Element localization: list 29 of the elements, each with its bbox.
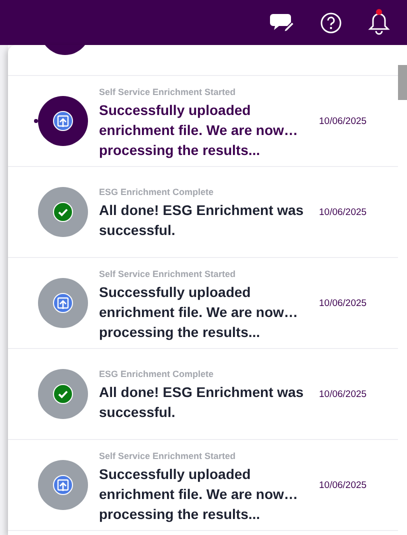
notification-message: All done! ESG Enrichment was successful. <box>99 382 305 422</box>
notification-item[interactable]: Self Service Enrichment Started Successfully uploaded enrichment file. We are now… processing the results... 10/06/2025 <box>8 76 398 167</box>
notification-item[interactable]: Self Service Enrichment Started Successfully uploaded enrichment file. We are now… processing the results... 10/06/2025 <box>8 440 398 531</box>
upload-icon <box>53 111 73 131</box>
notification-category: ESG Enrichment Complete <box>99 368 215 378</box>
notification-category: Self Service Enrichment Started <box>99 268 237 278</box>
upload-icon <box>53 293 73 313</box>
notification-message: Successfully uploaded enrichment file. We are now… processing the results... <box>99 282 299 340</box>
notification-date: 10/06/2025 <box>319 388 367 400</box>
chat-icon[interactable] <box>270 12 294 34</box>
notification-date: 10/06/2025 <box>319 480 367 490</box>
scrollbar-thumb[interactable] <box>398 65 407 100</box>
notification-date: 10/06/2025 <box>319 206 367 218</box>
notification-category: Self Service Enrichment Started <box>99 450 237 460</box>
checkmark-icon <box>53 202 73 222</box>
scrollbar[interactable] <box>398 45 407 535</box>
checkmark-icon <box>53 384 73 404</box>
notification-date: 10/06/2025 <box>319 116 367 126</box>
notification-item[interactable]: ESG Enrichment Complete All done! ESG Enrichment was successful. 10/06/2025 <box>8 349 398 440</box>
help-icon[interactable] <box>320 12 342 34</box>
notification-date: 10/06/2025 <box>319 298 367 308</box>
upload-icon <box>53 475 73 495</box>
notification-message: Successfully uploaded enrichment file. We are now… processing the results... <box>99 464 299 522</box>
notification-message: All done! ESG Enrichment was successful. <box>99 200 305 240</box>
notification-item[interactable]: ESG Enrichment Complete All done! ESG Enrichment was successful. 10/06/2025 <box>8 167 398 258</box>
notification-category: Self Service Enrichment Started <box>99 86 237 96</box>
notification-item[interactable]: Self Service Enrichment Started Successfully uploaded enrichment file. We are now… processing the results... 10/06/2025 <box>8 258 398 349</box>
notification-category: ESG Enrichment Complete <box>99 186 215 196</box>
notification-message: Successfully uploaded enrichment file. We are now… processing the results... <box>99 100 299 158</box>
